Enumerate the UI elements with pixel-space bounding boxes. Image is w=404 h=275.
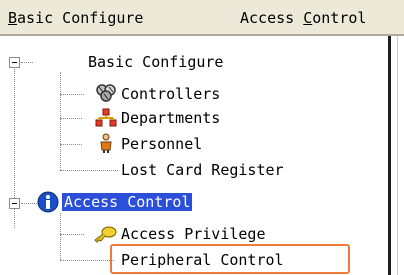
tree-connector-h8 bbox=[60, 260, 114, 261]
tree-item-peripheral-control[interactable]: Peripheral Control bbox=[121, 250, 284, 270]
tree-connector-h6 bbox=[21, 203, 37, 204]
menu-bar: Basic Configure Access Control bbox=[0, 0, 404, 36]
personnel-icon bbox=[95, 133, 117, 153]
collapse-toggle-basic-configure[interactable] bbox=[9, 57, 20, 68]
menu-basic-configure[interactable]: Basic Configure bbox=[8, 9, 143, 27]
tree-connector-h1 bbox=[21, 62, 33, 63]
right-pane-edge bbox=[397, 36, 404, 275]
tree-connector-h5 bbox=[60, 170, 118, 171]
menu-access-rest: ontrol bbox=[312, 9, 367, 27]
tree-item-lost-card-register[interactable]: Lost Card Register bbox=[121, 160, 284, 180]
tree-connector-h7 bbox=[60, 234, 84, 235]
tree-item-access-control[interactable]: Access Control bbox=[62, 192, 193, 212]
tree-item-departments[interactable]: Departments bbox=[121, 108, 220, 128]
tree-item-basic-configure[interactable]: Basic Configure bbox=[88, 52, 223, 72]
menu-access-prefix: Access bbox=[240, 9, 304, 27]
departments-icon bbox=[95, 108, 117, 128]
controllers-icon bbox=[95, 83, 117, 103]
collapse-toggle-access-control[interactable] bbox=[9, 198, 20, 209]
tree-connector-h3 bbox=[60, 118, 82, 119]
tree-item-personnel[interactable]: Personnel bbox=[121, 134, 202, 154]
navigation-tree: Basic Configure Controllers Departments … bbox=[0, 38, 388, 275]
menu-basic-configure-rest: asic Configure bbox=[17, 9, 144, 27]
pane-divider[interactable] bbox=[388, 36, 391, 275]
tree-connector-basic bbox=[60, 72, 61, 170]
tree-connector-access bbox=[60, 213, 61, 260]
info-icon bbox=[37, 191, 59, 213]
menu-accel-b: B bbox=[8, 9, 18, 27]
key-icon bbox=[93, 224, 117, 244]
menu-accel-c: C bbox=[303, 9, 313, 27]
tree-item-access-privilege[interactable]: Access Privilege bbox=[121, 224, 266, 244]
tree-item-access-control-label: Access Control bbox=[62, 193, 193, 211]
menu-access-control[interactable]: Access Control bbox=[240, 9, 366, 27]
tree-connector-h4 bbox=[60, 144, 82, 145]
tree-connector-h2 bbox=[60, 94, 84, 95]
tree-item-controllers[interactable]: Controllers bbox=[121, 84, 220, 104]
